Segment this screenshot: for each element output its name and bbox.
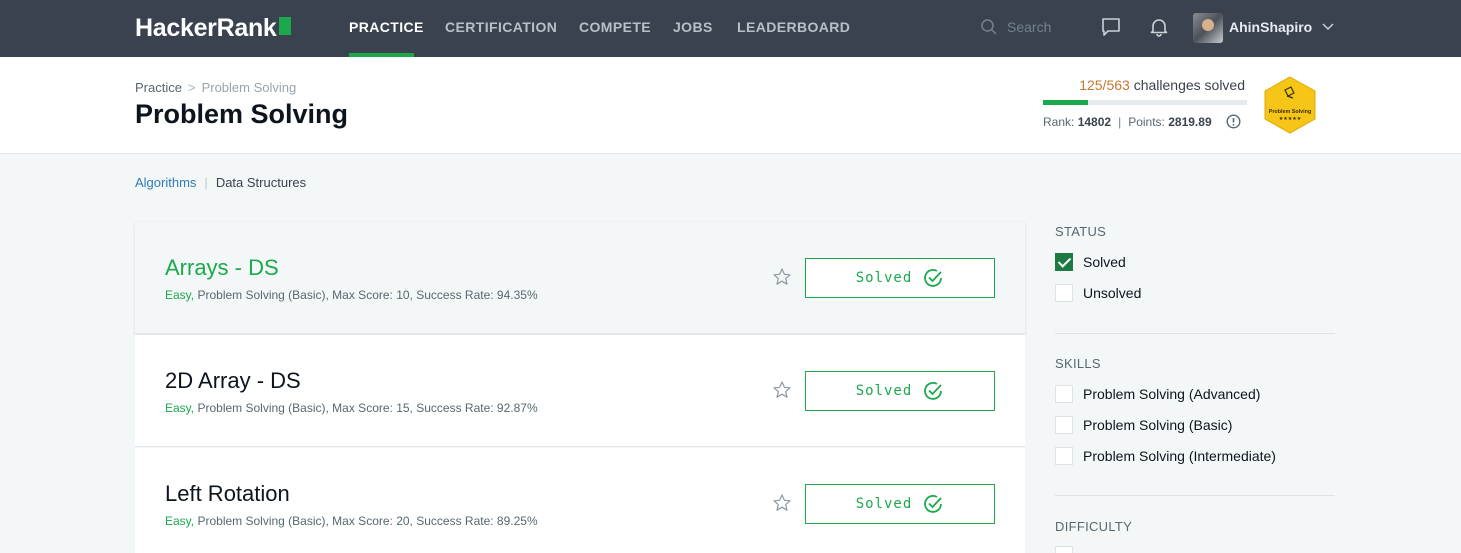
bookmark-star-icon[interactable] xyxy=(772,380,792,400)
rank-label: Rank: xyxy=(1043,115,1075,129)
challenge-meta: Easy, Problem Solving (Basic), Max Score… xyxy=(165,288,538,302)
breadcrumb-current: Problem Solving xyxy=(201,80,297,95)
filter-label: Problem Solving (Basic) xyxy=(1083,417,1233,433)
solved-label: Solved xyxy=(855,383,913,399)
rank-points: Rank: 14802 | Points: 2819.89 xyxy=(1043,115,1212,129)
hackerrank-logo[interactable]: HackerRank xyxy=(135,14,291,42)
challenge-details: Problem Solving (Basic), Max Score: 10, … xyxy=(197,288,538,302)
points-value: 2819.89 xyxy=(1168,115,1212,129)
status-filter-solved[interactable]: Solved xyxy=(1055,252,1126,272)
search-placeholder: Search xyxy=(1007,19,1052,35)
checkbox[interactable] xyxy=(1055,416,1073,434)
challenge-meta: Easy, Problem Solving (Basic), Max Score… xyxy=(165,514,538,528)
progress-bar xyxy=(1043,100,1247,105)
nav-certification[interactable]: CERTIFICATION xyxy=(445,0,557,57)
nav-jobs[interactable]: JOBS xyxy=(673,0,713,57)
problem-solving-badge[interactable]: Problem Solving ★★★★★ xyxy=(1263,76,1317,134)
status-filter-heading: STATUS xyxy=(1055,224,1107,239)
challenge-difficulty: Easy, xyxy=(165,514,195,528)
solved-button[interactable]: Solved xyxy=(805,484,995,524)
skills-filter-intermediate[interactable]: Problem Solving (Intermediate) xyxy=(1055,446,1276,466)
challenge-difficulty: Easy, xyxy=(165,401,195,415)
page-title: Problem Solving xyxy=(135,99,349,129)
badge-stars: ★★★★★ xyxy=(1279,116,1302,122)
challenge-meta: Easy, Problem Solving (Basic), Max Score… xyxy=(165,401,538,415)
check-circle-icon xyxy=(924,269,943,287)
nav-leaderboard[interactable]: LEADERBOARD xyxy=(737,0,850,57)
username[interactable]: AhinShapiro xyxy=(1229,19,1312,35)
subtrack-tabs: Algorithms | Data Structures xyxy=(135,175,306,190)
filter-label: Solved xyxy=(1083,254,1126,270)
filter-label: Unsolved xyxy=(1083,285,1142,301)
skills-filter-heading: SKILLS xyxy=(1055,356,1101,371)
check-circle-icon xyxy=(924,382,943,400)
solved-button[interactable]: Solved xyxy=(805,371,995,411)
rank-divider: | xyxy=(1118,115,1122,129)
notifications-bell-icon[interactable] xyxy=(1149,17,1169,37)
challenges-solved-text: 125/563 challenges solved xyxy=(1043,77,1245,93)
badge-label: Problem Solving xyxy=(1269,109,1312,115)
solved-count: 125/563 xyxy=(1079,77,1130,93)
challenge-title[interactable]: 2D Array - DS xyxy=(165,368,301,394)
solved-label: Solved xyxy=(855,270,913,286)
checkbox[interactable] xyxy=(1055,253,1073,271)
bookmark-star-icon[interactable] xyxy=(772,267,792,287)
info-icon[interactable] xyxy=(1226,114,1241,129)
solved-suffix: challenges solved xyxy=(1133,77,1245,93)
search-box[interactable]: Search xyxy=(980,16,1080,40)
logo-mark xyxy=(278,17,291,35)
challenge-card[interactable]: Arrays - DS Easy, Problem Solving (Basic… xyxy=(135,222,1025,334)
user-avatar[interactable] xyxy=(1193,13,1223,43)
solved-label: Solved xyxy=(855,496,913,512)
solved-button[interactable]: Solved xyxy=(805,258,995,298)
breadcrumb-practice[interactable]: Practice xyxy=(135,80,182,95)
challenge-title[interactable]: Arrays - DS xyxy=(165,255,279,281)
breadcrumb: Practice > Problem Solving xyxy=(135,80,296,95)
filter-label: Problem Solving (Intermediate) xyxy=(1083,448,1276,464)
challenge-details: Problem Solving (Basic), Max Score: 15, … xyxy=(197,401,538,415)
bookmark-star-icon[interactable] xyxy=(772,493,792,513)
subtrack-data-structures[interactable]: Data Structures xyxy=(216,175,306,190)
difficulty-filter-checkbox[interactable] xyxy=(1055,546,1073,553)
rank-value: 14802 xyxy=(1077,115,1112,129)
difficulty-filter-heading: DIFFICULTY xyxy=(1055,519,1133,534)
checkbox[interactable] xyxy=(1055,385,1073,403)
checkbox[interactable] xyxy=(1055,284,1073,302)
skills-filter-basic[interactable]: Problem Solving (Basic) xyxy=(1055,415,1232,435)
points-label: Points: xyxy=(1128,115,1165,129)
filter-divider xyxy=(1055,495,1335,496)
filter-divider xyxy=(1055,333,1335,334)
check-circle-icon xyxy=(924,495,943,513)
challenge-card[interactable]: Left Rotation Easy, Problem Solving (Bas… xyxy=(135,448,1025,553)
challenge-card[interactable]: 2D Array - DS Easy, Problem Solving (Bas… xyxy=(135,335,1025,447)
messages-icon[interactable] xyxy=(1101,17,1121,37)
challenge-title[interactable]: Left Rotation xyxy=(165,481,290,507)
nav-practice[interactable]: PRACTICE xyxy=(349,0,424,57)
challenge-difficulty: Easy, xyxy=(165,288,195,302)
subtrack-separator: | xyxy=(204,175,208,190)
skills-filter-advanced[interactable]: Problem Solving (Advanced) xyxy=(1055,384,1260,404)
nav-compete[interactable]: COMPETE xyxy=(579,0,651,57)
status-filter-unsolved[interactable]: Unsolved xyxy=(1055,283,1141,303)
search-icon xyxy=(981,19,997,35)
challenge-details: Problem Solving (Basic), Max Score: 20, … xyxy=(197,514,538,528)
progress-bar-fill xyxy=(1043,100,1089,105)
breadcrumb-separator: > xyxy=(187,80,196,95)
chevron-down-icon[interactable] xyxy=(1321,20,1335,34)
checkbox[interactable] xyxy=(1055,447,1073,465)
top-navbar: HackerRank PRACTICE CERTIFICATION COMPET… xyxy=(0,0,1461,57)
subtrack-algorithms[interactable]: Algorithms xyxy=(135,175,196,190)
filter-label: Problem Solving (Advanced) xyxy=(1083,386,1261,402)
